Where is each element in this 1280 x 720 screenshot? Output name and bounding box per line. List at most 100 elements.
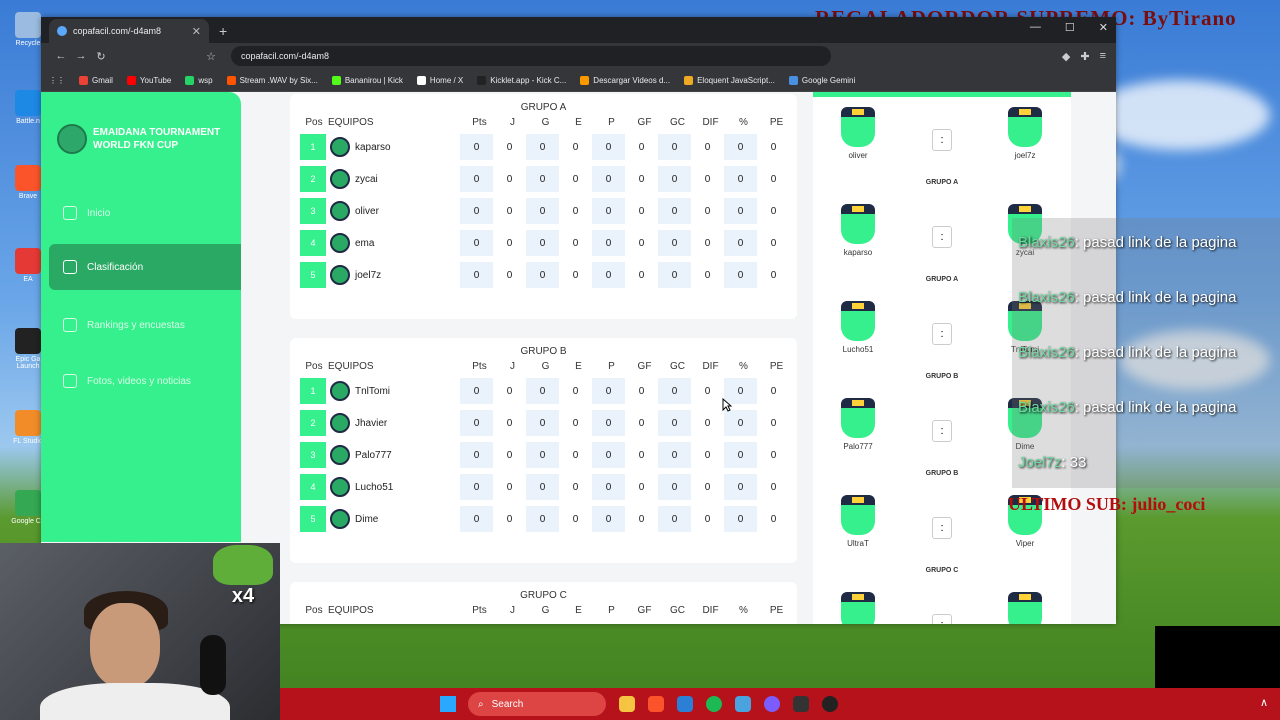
table-row[interactable]: 1 kaparso 0 0 0 0 0 0 0 0 0 0 xyxy=(290,131,797,163)
sidebar-item-inicio[interactable]: Inicio xyxy=(49,190,241,236)
stat-cell: 0 xyxy=(506,141,513,153)
tournament-name: EMAIDANA TOURNAMENT WORLD FKN CUP xyxy=(93,127,221,151)
taskbar-search[interactable]: ⌕ Search xyxy=(468,692,606,716)
discord-icon[interactable] xyxy=(764,696,780,712)
forward-icon[interactable]: → xyxy=(71,50,91,62)
sidebar-item-label: Fotos, videos y noticias xyxy=(87,375,191,387)
bookmark-item[interactable]: Gmail xyxy=(79,75,113,85)
bookmark-item[interactable]: Google Gemini xyxy=(788,75,855,85)
chat-username: Joel7z xyxy=(1018,454,1062,471)
score-box[interactable]: : xyxy=(932,420,952,442)
home-team[interactable]: Palo777 xyxy=(828,398,888,451)
stat-cell: 0 xyxy=(526,134,559,160)
header-col: GF xyxy=(637,116,652,128)
browser-toolbar: ← → ↻ ☆ copafacil.com/-d4am8 ◆ ✚ ≡ xyxy=(41,43,1116,69)
header-col: PE xyxy=(769,116,784,128)
team-crest-icon xyxy=(330,381,350,401)
desktop-app-icon xyxy=(15,248,41,274)
away-team[interactable] xyxy=(995,592,1055,624)
bookmark-item[interactable]: Bananirou | Kick xyxy=(331,75,403,85)
system-tray[interactable]: ∧ xyxy=(1260,696,1268,709)
window-controls: — ☐ ✕ xyxy=(1030,21,1108,34)
header-col: G xyxy=(541,604,550,616)
table-row[interactable]: 4 Lucho51 0 0 0 0 0 0 0 0 0 0 xyxy=(290,471,797,503)
home-team[interactable]: Lucho51 xyxy=(828,301,888,354)
search-placeholder: Search xyxy=(491,698,524,710)
match-card[interactable]: : xyxy=(813,592,1071,624)
table-row[interactable]: 4 ema 0 0 0 0 0 0 0 0 0 0 xyxy=(290,227,797,259)
puzzle-icon[interactable]: ✚ xyxy=(1080,50,1089,63)
menu-icon[interactable]: ≡ xyxy=(1100,50,1106,63)
stat-cell: 0 xyxy=(770,481,777,493)
score-box[interactable]: : xyxy=(932,614,952,624)
group-title: GRUPO C xyxy=(520,590,567,601)
bookmark-item[interactable]: Home / X xyxy=(416,75,463,85)
close-window-icon[interactable]: ✕ xyxy=(1099,21,1108,34)
table-row[interactable]: 2 Jhavier 0 0 0 0 0 0 0 0 0 0 xyxy=(290,407,797,439)
home-team[interactable]: oliver xyxy=(828,107,888,160)
brand[interactable]: EMAIDANA TOURNAMENT WORLD FKN CUP xyxy=(57,124,233,154)
browser-window: copafacil.com/-d4am8 ✕ + — ☐ ✕ ← → ↻ ☆ c… xyxy=(41,17,1116,624)
home-team-name: kaparso xyxy=(843,248,873,257)
bookmark-item[interactable]: Descargar Videos d... xyxy=(580,75,670,85)
bookmark-item[interactable]: Kicklet.app - Kick C... xyxy=(477,75,566,85)
maximize-icon[interactable]: ☐ xyxy=(1065,21,1075,34)
apps-icon[interactable]: ⋮⋮ xyxy=(49,76,65,85)
obs-icon[interactable] xyxy=(822,696,838,712)
header-col: E xyxy=(575,604,582,616)
photos-icon[interactable] xyxy=(735,696,751,712)
table-row[interactable]: 3 Palo777 0 0 0 0 0 0 0 0 0 0 xyxy=(290,439,797,471)
table-row[interactable]: 1 TnlTomi 0 0 0 0 0 0 0 0 0 0 xyxy=(290,375,797,407)
match-card[interactable]: oliver joel7z: GRUPO A xyxy=(813,107,1071,197)
home-team[interactable]: UltraT xyxy=(828,495,888,548)
header-col: DIF xyxy=(702,604,719,616)
bookmark-item[interactable]: Stream .WAV by Six... xyxy=(226,75,318,85)
spotify-icon[interactable] xyxy=(706,696,722,712)
brave-icon[interactable] xyxy=(648,696,664,712)
table-row[interactable]: 3 oliver 0 0 0 0 0 0 0 0 0 0 xyxy=(290,195,797,227)
bookmark-label: Bananirou | Kick xyxy=(344,75,403,85)
vscode-icon[interactable] xyxy=(677,696,693,712)
stat-cell: 0 xyxy=(460,230,493,256)
sidebar-item-clasificacion[interactable]: Clasificación xyxy=(49,244,241,290)
close-tab-icon[interactable]: ✕ xyxy=(192,25,201,38)
away-team[interactable]: joel7z xyxy=(995,107,1055,160)
home-team[interactable]: kaparso xyxy=(828,204,888,257)
windows-start-icon[interactable] xyxy=(440,696,456,712)
bookmark-item[interactable]: Eloquent JavaScript... xyxy=(684,75,775,85)
score-box[interactable]: : xyxy=(932,129,952,151)
minimize-icon[interactable]: — xyxy=(1030,21,1041,34)
extension-icon[interactable]: ◆ xyxy=(1062,50,1070,63)
sidebar-item-rankings[interactable]: Rankings y encuestas xyxy=(49,302,241,348)
bookmark-item[interactable]: YouTube xyxy=(126,75,171,85)
back-icon[interactable]: ← xyxy=(51,50,71,62)
stat-cell: 0 xyxy=(526,262,559,288)
new-tab-icon[interactable]: + xyxy=(219,23,227,39)
score-box[interactable]: : xyxy=(932,226,952,248)
home-team[interactable] xyxy=(828,592,888,624)
stat-cell: 0 xyxy=(638,481,645,493)
header-col: DIF xyxy=(702,360,719,372)
header-pos: Pos xyxy=(305,604,323,616)
sidebar-item-fotos[interactable]: Fotos, videos y noticias xyxy=(49,358,241,404)
reload-icon[interactable]: ↻ xyxy=(91,50,111,63)
stat-cell: 0 xyxy=(724,166,757,192)
cloud xyxy=(1090,80,1270,150)
score-box[interactable]: : xyxy=(932,517,952,539)
stat-cell: 0 xyxy=(658,506,691,532)
header-team: EQUIPOS xyxy=(328,604,374,616)
address-bar[interactable]: copafacil.com/-d4am8 xyxy=(231,46,831,66)
browser-tab[interactable]: copafacil.com/-d4am8 ✕ xyxy=(49,19,209,43)
score-box[interactable]: : xyxy=(932,323,952,345)
bookmark-icon[interactable]: ☆ xyxy=(201,50,221,63)
epic-games-icon[interactable] xyxy=(793,696,809,712)
table-row[interactable]: 5 Dime 0 0 0 0 0 0 0 0 0 0 xyxy=(290,503,797,535)
file-explorer-icon[interactable] xyxy=(619,696,635,712)
header-col: DIF xyxy=(702,116,719,128)
bookmark-item[interactable]: wsp xyxy=(185,75,213,85)
stat-cell: 0 xyxy=(658,166,691,192)
table-row[interactable]: 5 joel7z 0 0 0 0 0 0 0 0 0 0 xyxy=(290,259,797,291)
stat-cell: 0 xyxy=(526,230,559,256)
home-team-name: UltraT xyxy=(847,539,869,548)
table-row[interactable]: 2 zycai 0 0 0 0 0 0 0 0 0 0 xyxy=(290,163,797,195)
